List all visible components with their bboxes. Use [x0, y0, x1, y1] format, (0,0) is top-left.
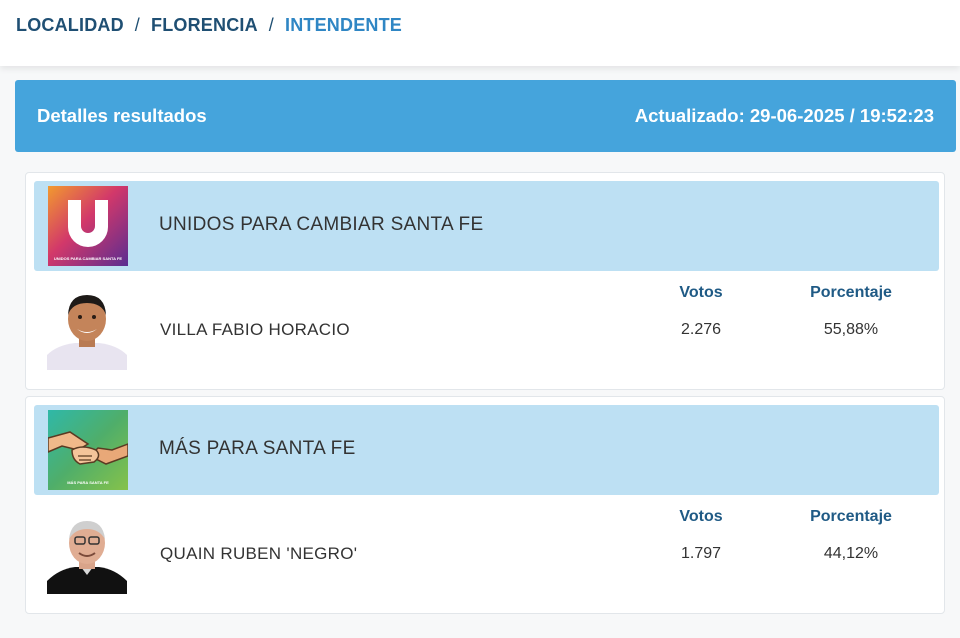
breadcrumb-separator: / [134, 15, 140, 35]
party-name: MÁS PARA SANTA FE [159, 438, 356, 459]
unidos-logo-icon: UNIDOS PARA CAMBIAR SANTA FE [48, 186, 128, 266]
breadcrumb-intendente[interactable]: INTENDENTE [285, 15, 402, 36]
votes-value: 2.276 [680, 321, 722, 338]
votes-label: Votos [679, 508, 723, 525]
logo-caption: UNIDOS PARA CAMBIAR SANTA FE [53, 256, 123, 261]
breadcrumb-separator: / [268, 15, 274, 35]
candidate-photo [47, 285, 127, 370]
result-card: UNIDOS PARA CAMBIAR SANTA FE UNIDOS PARA… [25, 172, 945, 390]
breadcrumb-florencia[interactable]: FLORENCIA [151, 15, 258, 36]
top-bar: LOCALIDAD / FLORENCIA / INTENDENTE [0, 0, 960, 66]
updated-timestamp: Actualizado: 29-06-2025 / 19:52:23 [634, 105, 934, 126]
party-row: UNIDOS PARA CAMBIAR SANTA FE UNIDOS PARA… [34, 181, 939, 271]
percent-value: 44,12% [823, 545, 879, 562]
percent-value: 55,88% [823, 321, 879, 338]
percent-label: Porcentaje [810, 284, 892, 301]
candidate-photo [47, 509, 127, 594]
votes-value: 1.797 [680, 545, 722, 562]
logo-caption: MÁS PARA SANTA FE [67, 480, 109, 485]
results-header: Detalles resultados Actualizado: 29-06-2… [15, 80, 956, 152]
party-row: MÁS PARA SANTA FE MÁS PARA SANTA FE [34, 405, 939, 495]
votes-label: Votos [679, 284, 723, 301]
breadcrumb-localidad[interactable]: LOCALIDAD [16, 15, 124, 36]
results-title: Detalles resultados [37, 105, 207, 126]
result-card: MÁS PARA SANTA FE MÁS PARA SANTA FE QUAI… [25, 396, 945, 614]
percent-label: Porcentaje [810, 508, 892, 525]
handshake-logo-icon: MÁS PARA SANTA FE [48, 410, 128, 490]
party-name: UNIDOS PARA CAMBIAR SANTA FE [159, 214, 484, 235]
breadcrumb: LOCALIDAD / FLORENCIA / INTENDENTE [16, 15, 402, 36]
candidate-name: VILLA FABIO HORACIO [160, 320, 350, 339]
candidate-name: QUAIN RUBEN 'NEGRO' [160, 544, 358, 563]
